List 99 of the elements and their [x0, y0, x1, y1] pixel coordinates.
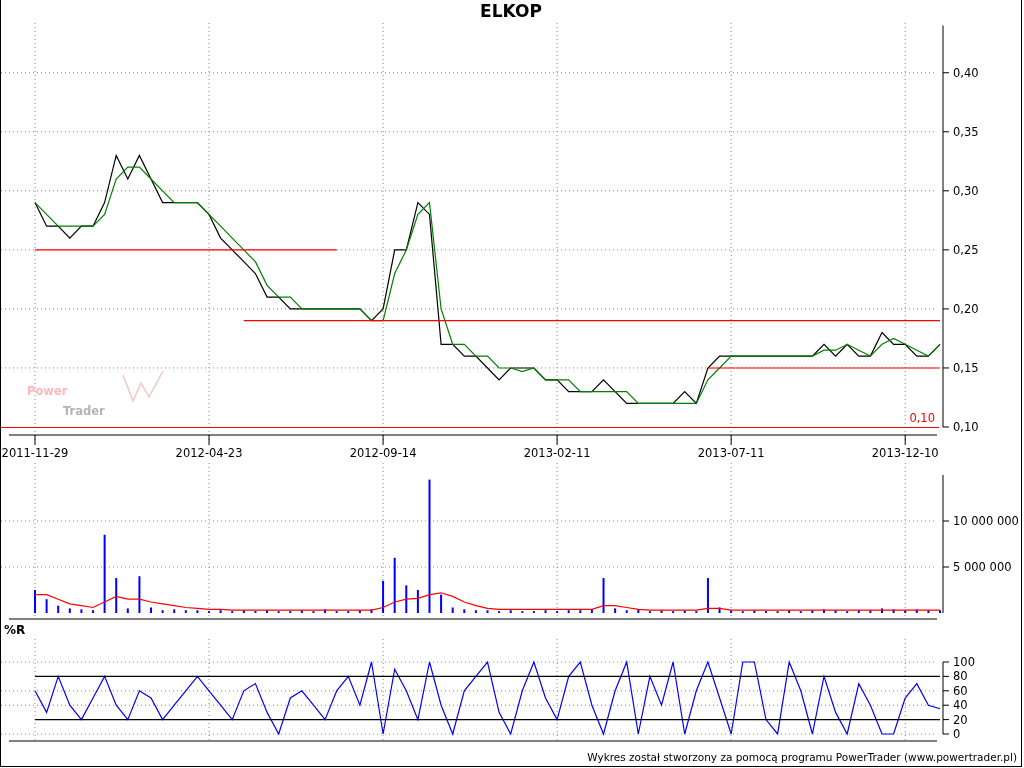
volume-bar — [173, 608, 176, 613]
date-label: 2013-07-11 — [697, 445, 765, 460]
volume-bar — [602, 577, 605, 613]
volume-bar — [358, 609, 361, 613]
volume-bar — [184, 609, 187, 613]
date-label: 2013-12-10 — [871, 445, 939, 460]
volume-bar — [231, 610, 234, 613]
volume-bar — [614, 607, 617, 613]
axis-label: 0,25 — [953, 242, 979, 257]
volume-bar — [683, 609, 686, 613]
volume-bar — [266, 609, 269, 613]
volume-bar — [115, 577, 118, 613]
axis-label: 0,40 — [953, 65, 979, 80]
axis-label: 100 — [953, 655, 975, 669]
volume-bar — [660, 609, 663, 613]
axis-label: 0 — [953, 727, 961, 741]
volume-bar — [474, 609, 477, 613]
volume-bar — [289, 610, 292, 613]
volume-bar — [753, 609, 756, 613]
volume-bar — [764, 610, 767, 613]
volume-bar — [915, 608, 918, 613]
volume-bar — [509, 609, 512, 613]
volume-bar — [405, 584, 408, 613]
volume-bar — [393, 557, 396, 613]
volume-bar — [730, 609, 733, 613]
volume-bar — [579, 609, 582, 613]
volume-bar — [822, 608, 825, 613]
date-label: 2012-09-14 — [349, 445, 417, 460]
volume-bar — [208, 610, 211, 613]
logo: Power Trader — [27, 369, 164, 418]
date-label: 2011-11-29 — [1, 445, 69, 460]
volume-bar — [532, 610, 535, 613]
volume-bar — [776, 610, 779, 613]
volume-bar — [45, 598, 48, 613]
axis-label: 0,15 — [953, 360, 979, 375]
volume-bar — [567, 609, 570, 613]
volume-bar — [254, 610, 257, 613]
volume-bar — [196, 609, 199, 613]
volume-bar — [312, 610, 315, 613]
indicator-title: %R — [3, 621, 26, 639]
volume-bar — [590, 608, 593, 613]
volume-bar — [347, 610, 350, 613]
volume-bar — [834, 609, 837, 613]
volume-bar — [556, 610, 559, 613]
volume-bar — [463, 608, 466, 613]
volume-bar — [486, 609, 489, 613]
volume-bar — [741, 610, 744, 613]
axis-label: 0,35 — [953, 124, 979, 139]
volume-bar — [521, 610, 524, 613]
volume-bar — [892, 608, 895, 613]
volume-bar — [544, 609, 547, 613]
volume-bar — [138, 575, 141, 613]
volume-bar — [277, 610, 280, 613]
date-label: 2013-02-11 — [523, 445, 591, 460]
level-label: 0,10 — [909, 410, 935, 424]
footer-credit: Wykres został stworzony za pomocą programu PowerTrader (www.powertrader.pl) — [587, 750, 1018, 763]
volume-bar — [846, 610, 849, 613]
volume-bar — [324, 608, 327, 613]
volume-bar — [498, 610, 501, 613]
axis-label: 0,30 — [953, 183, 979, 198]
volume-bar — [57, 605, 60, 613]
volume-bar — [300, 609, 303, 613]
axis-label: 0,20 — [953, 301, 979, 316]
axis-label: 80 — [953, 669, 968, 684]
volume-bar — [416, 589, 419, 613]
axis-label: 40 — [953, 698, 968, 713]
volume-bar — [150, 607, 153, 613]
volume-bar — [370, 608, 373, 613]
volume-bar — [695, 610, 698, 613]
volume-bar — [706, 577, 709, 613]
axis-label: 60 — [953, 683, 968, 698]
axis-label: 10 000 000 — [953, 513, 1019, 528]
volume-bar — [672, 610, 675, 613]
volume-bar — [904, 609, 907, 613]
volume-bar — [219, 609, 222, 613]
volume-bar — [161, 609, 164, 613]
volume-bar — [869, 609, 872, 613]
axis-label: 0,10 — [953, 419, 979, 434]
volume-bar — [799, 610, 802, 613]
volume-bar — [382, 580, 385, 613]
volume-bar — [718, 607, 721, 613]
axis-label: 5 000 000 — [953, 559, 1012, 574]
volume-bar — [811, 609, 814, 613]
volume-bar — [451, 607, 454, 613]
volume-bar — [126, 607, 129, 613]
volume-bar — [788, 609, 791, 613]
chart-title: ELKOP — [480, 1, 542, 21]
volume-bar — [80, 608, 83, 613]
volume-bar — [335, 610, 338, 613]
volume-bar — [242, 609, 245, 613]
date-label: 2012-04-23 — [175, 445, 243, 460]
volume-bar — [68, 607, 71, 613]
volume-bar — [857, 609, 860, 613]
volume-bar — [927, 609, 930, 613]
volume-bar — [440, 594, 443, 613]
volume-bar — [648, 610, 651, 613]
volume-bar — [625, 609, 628, 613]
axis-label: 20 — [953, 712, 968, 727]
volume-bar — [637, 608, 640, 613]
